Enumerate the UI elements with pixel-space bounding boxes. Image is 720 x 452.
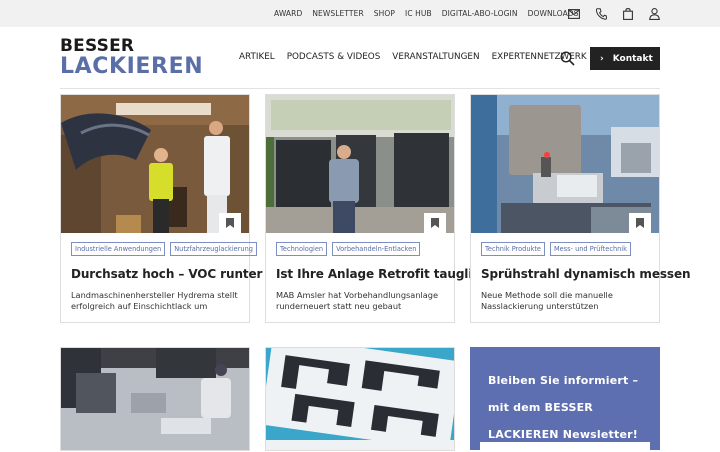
article-photo-circuit (266, 348, 454, 450)
newsletter-heading: Bleiben Sie informiert – mit dem BESSER … (488, 374, 639, 441)
nav-item-veranstaltungen[interactable]: VERANSTALTUNGEN (392, 52, 479, 62)
article-image[interactable] (266, 95, 454, 233)
top-link-digital-abo-login[interactable]: DIGITAL-ABO-LOGIN (442, 9, 518, 18)
card-title[interactable]: Durchsatz hoch – VOC runter (71, 267, 262, 281)
nav-item-artikel[interactable]: ARTIKEL (239, 52, 275, 62)
tag[interactable]: Technologien (276, 242, 328, 256)
card-tags: Industrielle Anwendungen Nutzfahrzeuglac… (71, 242, 262, 256)
card-description: Landmaschinenhersteller Hydrema stellt e… (71, 290, 238, 311)
nav-item-podcasts-videos[interactable]: PODCASTS & VIDEOS (287, 52, 381, 62)
article-card[interactable]: Technik Produkte Mess- und Prüftechnik S… (470, 94, 691, 323)
chevron-right-icon: › (600, 53, 604, 64)
top-links: AWARD NEWSLETTER SHOP IC HUB DIGITAL-ABO… (274, 0, 589, 27)
card-description: MAB Amsler hat Vorbehandlungsanlage rund… (276, 290, 439, 311)
article-image[interactable] (61, 95, 249, 233)
article-photo-lab-table (61, 348, 249, 450)
newsletter-email-field[interactable] (480, 442, 650, 452)
user-icon[interactable] (649, 8, 660, 20)
contact-button[interactable]: › Kontakt (590, 47, 660, 70)
top-link-ic-hub[interactable]: IC HUB (405, 9, 432, 18)
bookmark-button[interactable] (424, 213, 446, 233)
card-title[interactable]: Ist Ihre Anlage Retrofit tauglich? (276, 267, 495, 281)
top-link-shop[interactable]: SHOP (374, 9, 395, 18)
tag[interactable]: Vorbehandeln-Entlacken (332, 242, 421, 256)
tag[interactable]: Nutzfahrzeuglackierung (170, 242, 257, 256)
card-tags: Technologien Vorbehandeln-Entlacken (276, 242, 425, 256)
phone-icon[interactable] (596, 8, 607, 20)
main-nav: ARTIKEL PODCASTS & VIDEOS VERANSTALTUNGE… (239, 52, 599, 62)
article-card-partial[interactable] (265, 347, 455, 451)
article-card[interactable]: Technologien Vorbehandeln-Entlacken Ist … (265, 94, 495, 323)
article-card[interactable]: Industrielle Anwendungen Nutzfahrzeuglac… (60, 94, 262, 323)
tag[interactable]: Technik Produkte (481, 242, 545, 256)
bookmark-icon (431, 218, 439, 228)
bookmark-button[interactable] (629, 213, 651, 233)
card-description: Neue Methode soll die manuelle Nasslacki… (481, 290, 613, 311)
bookmark-button[interactable] (219, 213, 241, 233)
logo-line-1: BESSER (60, 36, 135, 56)
bag-icon[interactable] (623, 8, 633, 20)
bookmark-icon (636, 218, 644, 228)
card-tags: Technik Produkte Mess- und Prüftechnik (481, 242, 636, 256)
article-card-partial[interactable] (60, 347, 250, 451)
site-logo[interactable]: BESSER LACKIEREN (60, 38, 203, 79)
logo-line-2: LACKIEREN (60, 54, 204, 79)
mail-icon[interactable] (568, 9, 580, 19)
tag[interactable]: Industrielle Anwendungen (71, 242, 166, 256)
search-icon[interactable] (560, 51, 575, 66)
newsletter-box: Bleiben Sie informiert – mit dem BESSER … (470, 347, 660, 452)
contact-button-label: Kontakt (612, 53, 653, 64)
top-link-newsletter[interactable]: NEWSLETTER (312, 9, 363, 18)
bookmark-icon (226, 218, 234, 228)
header-divider (60, 88, 660, 89)
top-link-award[interactable]: AWARD (274, 9, 302, 18)
tag[interactable]: Mess- und Prüftechnik (549, 242, 631, 256)
card-title[interactable]: Sprühstrahl dynamisch messen (481, 267, 691, 281)
article-image[interactable] (471, 95, 659, 233)
top-utility-bar: AWARD NEWSLETTER SHOP IC HUB DIGITAL-ABO… (0, 0, 720, 27)
